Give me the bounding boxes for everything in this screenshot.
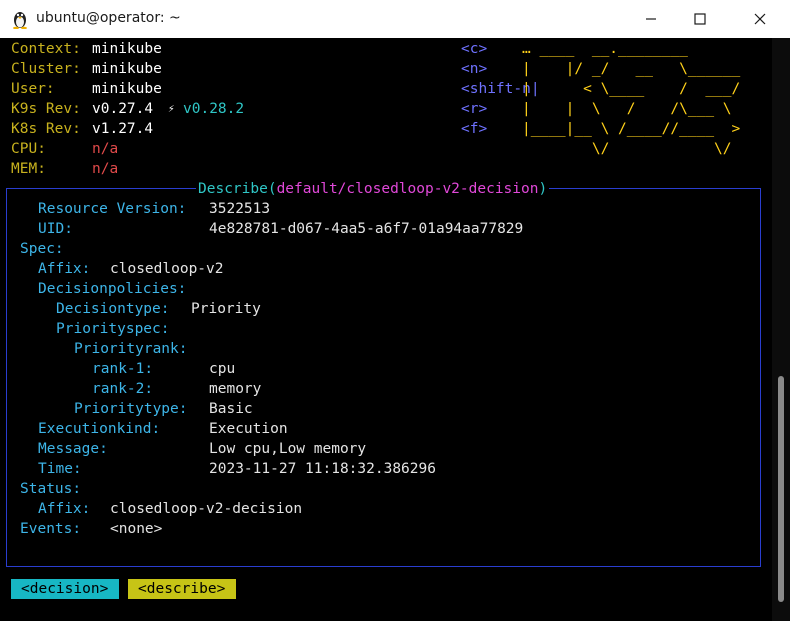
- describe-key: Priorityrank:: [74, 341, 188, 357]
- describe-key: Message:: [38, 441, 108, 457]
- scrollbar[interactable]: [772, 38, 790, 621]
- scrollbar-thumb[interactable]: [778, 376, 784, 602]
- terminal-content[interactable]: Context: minikube Cluster: minikube User: min…: [0, 38, 772, 621]
- header-value: minikube: [92, 41, 162, 57]
- describe-key: Executionkind:: [38, 421, 161, 437]
- describe-title: Describe(default/closedloop-v2-decision): [196, 179, 550, 199]
- logo-line: … ____ __.________: [522, 41, 688, 57]
- describe-key: Priorityspec:: [56, 321, 170, 337]
- maximize-icon: [694, 13, 706, 25]
- describe-key: Time:: [38, 461, 82, 477]
- breadcrumb-item[interactable]: <describe>: [128, 579, 236, 599]
- describe-value: closedloop-v2: [110, 261, 224, 277]
- describe-value: 3522513: [209, 201, 271, 217]
- describe-key: UID:: [38, 221, 73, 237]
- header-value: n/a: [92, 161, 119, 177]
- describe-value: 2023-11-27 11:18:32.386296: [209, 461, 436, 477]
- header-value: n/a: [92, 141, 119, 157]
- header-value: v0.27.4: [92, 101, 154, 117]
- describe-value: memory: [209, 381, 262, 397]
- header-value: minikube: [92, 81, 162, 97]
- maximize-button[interactable]: [677, 0, 723, 38]
- logo-line: | |/ _/ __ \______: [522, 61, 741, 77]
- describe-key: Affix:: [38, 501, 91, 517]
- describe-key: Decisionpolicies:: [38, 281, 187, 297]
- upgrade-bolt-icon: ⚡: [168, 102, 175, 115]
- describe-key: Decisiontype:: [56, 301, 170, 317]
- describe-key: Events:: [20, 521, 82, 537]
- describe-key: Affix:: [38, 261, 91, 277]
- logo-line: |____|__ \ /____//____ >: [522, 121, 741, 137]
- logo-line: \/ \/: [522, 141, 732, 157]
- describe-value: cpu: [209, 361, 236, 377]
- logo-line: | | \ / /\___ \: [522, 101, 732, 117]
- describe-value: Basic: [209, 401, 253, 417]
- header-label: Context:: [11, 41, 81, 57]
- header-label: User:: [11, 81, 55, 97]
- describe-value: Low cpu,Low memory: [209, 441, 367, 457]
- describe-value: closedloop-v2-decision: [110, 501, 303, 517]
- hotkey: <f>: [461, 121, 488, 137]
- describe-value: Priority: [191, 301, 261, 317]
- describe-key: Resource Version:: [38, 201, 187, 217]
- title-bar[interactable]: ubuntu@operator: ~: [0, 0, 790, 38]
- header-label: Cluster:: [11, 61, 81, 77]
- describe-value: 4e828781-d067-4aa5-a6f7-01a94aa77829: [209, 221, 524, 237]
- hotkey: <n>: [461, 61, 488, 77]
- upgrade-version: v0.28.2: [183, 101, 245, 117]
- header-label: CPU:: [11, 141, 46, 157]
- describe-key: Status:: [20, 481, 82, 497]
- describe-key: Prioritytype:: [74, 401, 188, 417]
- terminal-window: ubuntu@operator: ~ Context: minikube Clust…: [0, 0, 790, 621]
- window-title: ubuntu@operator: ~: [36, 10, 181, 26]
- minimize-icon: [646, 18, 656, 20]
- describe-key: rank-2:: [92, 381, 154, 397]
- minimize-button[interactable]: [628, 0, 674, 38]
- logo-line: | < \____ / ___/: [522, 81, 741, 97]
- describe-key: rank-1:: [92, 361, 154, 377]
- breadcrumb-item[interactable]: <decision>: [11, 579, 119, 599]
- hotkey: <r>: [461, 101, 488, 117]
- describe-value: <none>: [110, 521, 163, 537]
- describe-value: Execution: [209, 421, 288, 437]
- header-value: v1.27.4: [92, 121, 154, 137]
- header-label: K9s Rev:: [11, 101, 81, 117]
- penguin-icon: [13, 12, 27, 29]
- header-label: K8s Rev:: [11, 121, 81, 137]
- header-label: MEM:: [11, 161, 46, 177]
- close-button[interactable]: [737, 0, 783, 38]
- describe-key: Spec:: [20, 241, 64, 257]
- close-icon: [754, 13, 766, 25]
- header-value: minikube: [92, 61, 162, 77]
- hotkey: <c>: [461, 41, 488, 57]
